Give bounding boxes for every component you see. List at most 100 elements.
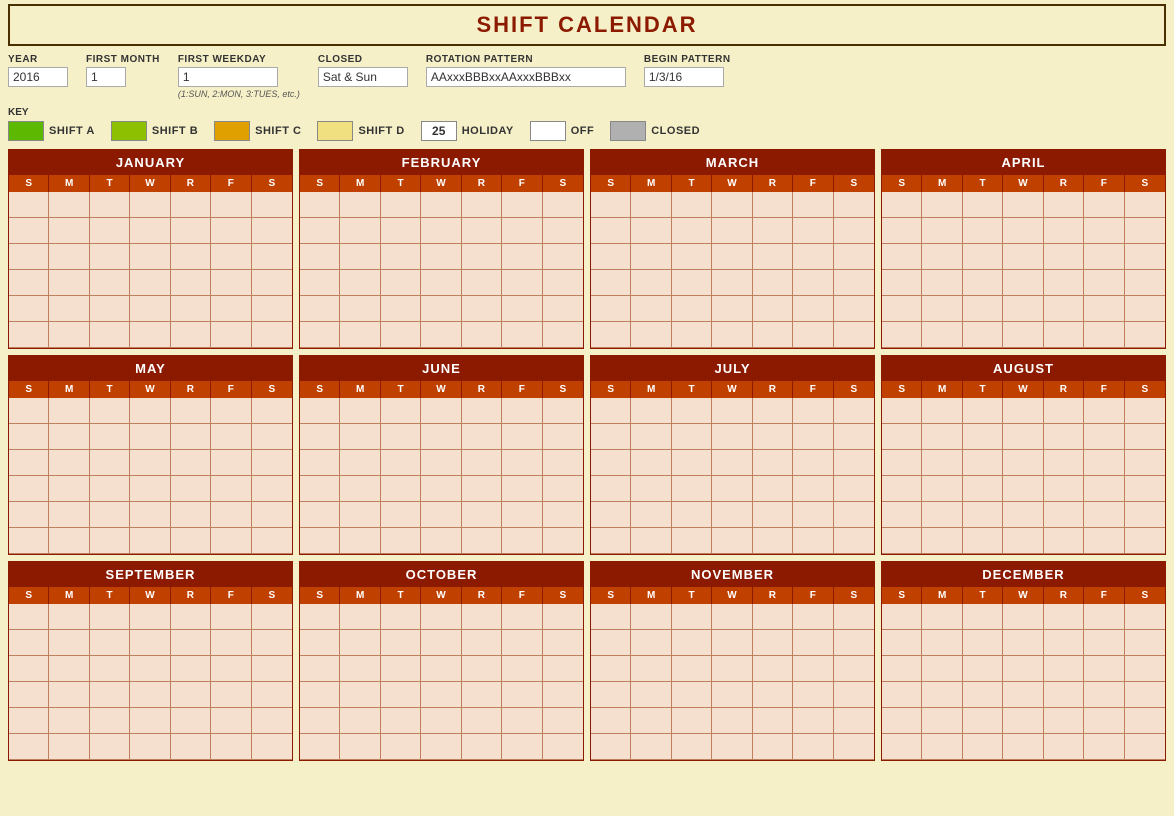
calendar-cell[interactable] bbox=[211, 682, 251, 708]
calendar-cell[interactable] bbox=[9, 192, 49, 218]
calendar-cell[interactable] bbox=[462, 502, 502, 528]
calendar-cell[interactable] bbox=[963, 502, 1003, 528]
calendar-cell[interactable] bbox=[252, 734, 292, 760]
calendar-cell[interactable] bbox=[381, 450, 421, 476]
calendar-cell[interactable] bbox=[9, 682, 49, 708]
calendar-cell[interactable] bbox=[963, 270, 1003, 296]
calendar-cell[interactable] bbox=[591, 604, 631, 630]
calendar-cell[interactable] bbox=[381, 244, 421, 270]
calendar-cell[interactable] bbox=[90, 270, 130, 296]
calendar-cell[interactable] bbox=[882, 322, 922, 348]
calendar-cell[interactable] bbox=[1125, 218, 1165, 244]
calendar-cell[interactable] bbox=[543, 424, 583, 450]
calendar-cell[interactable] bbox=[90, 502, 130, 528]
calendar-cell[interactable] bbox=[502, 476, 542, 502]
calendar-cell[interactable] bbox=[252, 708, 292, 734]
calendar-cell[interactable] bbox=[49, 682, 89, 708]
calendar-cell[interactable] bbox=[834, 398, 874, 424]
calendar-cell[interactable] bbox=[340, 708, 380, 734]
calendar-cell[interactable] bbox=[300, 734, 340, 760]
calendar-cell[interactable] bbox=[672, 476, 712, 502]
calendar-cell[interactable] bbox=[1084, 734, 1124, 760]
calendar-cell[interactable] bbox=[90, 322, 130, 348]
calendar-cell[interactable] bbox=[834, 604, 874, 630]
calendar-cell[interactable] bbox=[381, 218, 421, 244]
calendar-cell[interactable] bbox=[631, 734, 671, 760]
calendar-cell[interactable] bbox=[1125, 682, 1165, 708]
calendar-cell[interactable] bbox=[9, 322, 49, 348]
calendar-cell[interactable] bbox=[1125, 630, 1165, 656]
calendar-cell[interactable] bbox=[963, 218, 1003, 244]
calendar-cell[interactable] bbox=[49, 296, 89, 322]
calendar-cell[interactable] bbox=[922, 322, 962, 348]
calendar-cell[interactable] bbox=[591, 398, 631, 424]
calendar-cell[interactable] bbox=[963, 398, 1003, 424]
calendar-cell[interactable] bbox=[9, 424, 49, 450]
calendar-cell[interactable] bbox=[502, 192, 542, 218]
calendar-cell[interactable] bbox=[672, 656, 712, 682]
calendar-cell[interactable] bbox=[211, 630, 251, 656]
calendar-cell[interactable] bbox=[1125, 528, 1165, 554]
calendar-cell[interactable] bbox=[340, 424, 380, 450]
calendar-cell[interactable] bbox=[462, 656, 502, 682]
calendar-cell[interactable] bbox=[211, 734, 251, 760]
calendar-cell[interactable] bbox=[753, 734, 793, 760]
calendar-cell[interactable] bbox=[963, 192, 1003, 218]
calendar-cell[interactable] bbox=[421, 450, 461, 476]
calendar-cell[interactable] bbox=[90, 604, 130, 630]
calendar-cell[interactable] bbox=[171, 682, 211, 708]
calendar-cell[interactable] bbox=[712, 708, 752, 734]
calendar-cell[interactable] bbox=[9, 502, 49, 528]
calendar-cell[interactable] bbox=[882, 296, 922, 322]
calendar-cell[interactable] bbox=[1125, 296, 1165, 322]
calendar-cell[interactable] bbox=[49, 734, 89, 760]
calendar-cell[interactable] bbox=[171, 296, 211, 322]
calendar-cell[interactable] bbox=[421, 708, 461, 734]
calendar-cell[interactable] bbox=[882, 656, 922, 682]
calendar-cell[interactable] bbox=[543, 708, 583, 734]
calendar-cell[interactable] bbox=[1084, 630, 1124, 656]
calendar-cell[interactable] bbox=[882, 424, 922, 450]
calendar-cell[interactable] bbox=[9, 708, 49, 734]
calendar-cell[interactable] bbox=[591, 192, 631, 218]
calendar-cell[interactable] bbox=[381, 528, 421, 554]
calendar-cell[interactable] bbox=[49, 424, 89, 450]
calendar-cell[interactable] bbox=[171, 244, 211, 270]
calendar-cell[interactable] bbox=[90, 682, 130, 708]
calendar-cell[interactable] bbox=[252, 398, 292, 424]
calendar-cell[interactable] bbox=[1125, 424, 1165, 450]
calendar-cell[interactable] bbox=[753, 296, 793, 322]
calendar-cell[interactable] bbox=[502, 528, 542, 554]
calendar-cell[interactable] bbox=[300, 192, 340, 218]
calendar-cell[interactable] bbox=[543, 476, 583, 502]
calendar-cell[interactable] bbox=[882, 708, 922, 734]
calendar-cell[interactable] bbox=[130, 734, 170, 760]
calendar-cell[interactable] bbox=[1044, 218, 1084, 244]
calendar-cell[interactable] bbox=[381, 502, 421, 528]
calendar-cell[interactable] bbox=[252, 604, 292, 630]
calendar-cell[interactable] bbox=[171, 734, 211, 760]
calendar-cell[interactable] bbox=[381, 734, 421, 760]
calendar-cell[interactable] bbox=[49, 502, 89, 528]
calendar-cell[interactable] bbox=[252, 682, 292, 708]
calendar-cell[interactable] bbox=[672, 502, 712, 528]
calendar-cell[interactable] bbox=[171, 476, 211, 502]
calendar-cell[interactable] bbox=[462, 192, 502, 218]
calendar-cell[interactable] bbox=[130, 502, 170, 528]
calendar-cell[interactable] bbox=[1044, 528, 1084, 554]
calendar-cell[interactable] bbox=[753, 322, 793, 348]
calendar-cell[interactable] bbox=[1003, 682, 1043, 708]
calendar-cell[interactable] bbox=[712, 398, 752, 424]
calendar-cell[interactable] bbox=[793, 604, 833, 630]
calendar-cell[interactable] bbox=[421, 218, 461, 244]
calendar-cell[interactable] bbox=[1044, 682, 1084, 708]
calendar-cell[interactable] bbox=[340, 296, 380, 322]
calendar-cell[interactable] bbox=[502, 424, 542, 450]
calendar-cell[interactable] bbox=[1044, 656, 1084, 682]
calendar-cell[interactable] bbox=[381, 398, 421, 424]
calendar-cell[interactable] bbox=[963, 244, 1003, 270]
calendar-cell[interactable] bbox=[631, 270, 671, 296]
calendar-cell[interactable] bbox=[340, 502, 380, 528]
calendar-cell[interactable] bbox=[591, 218, 631, 244]
calendar-cell[interactable] bbox=[834, 476, 874, 502]
